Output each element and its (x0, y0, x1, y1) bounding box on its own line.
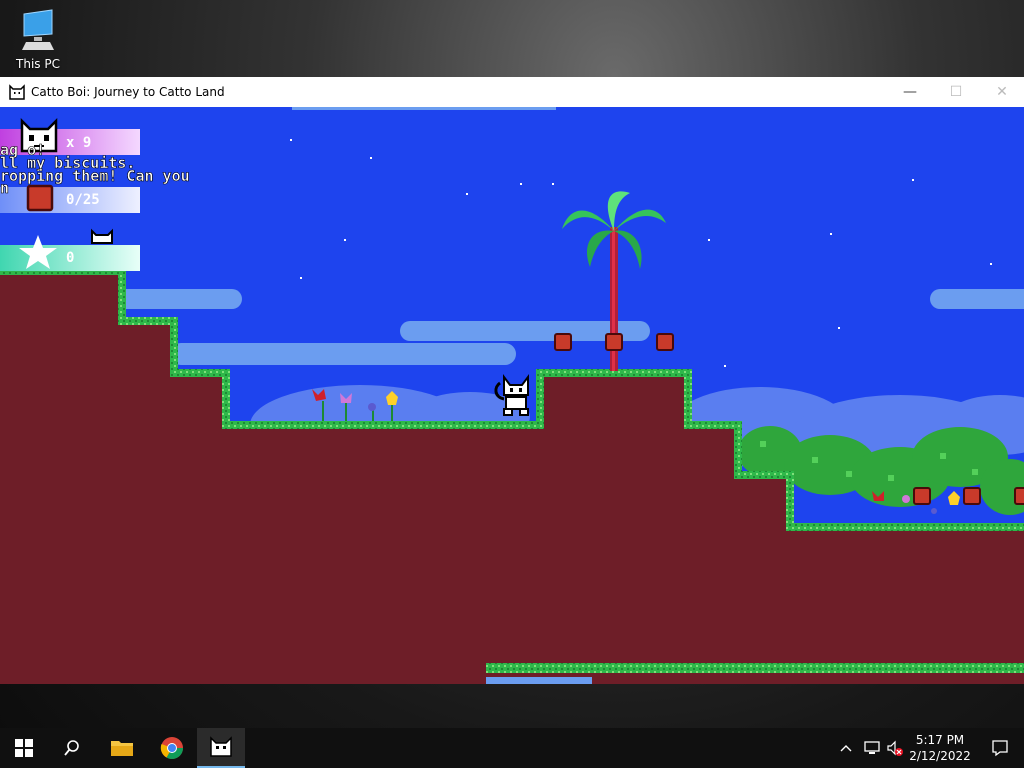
chrome-button[interactable] (148, 728, 196, 768)
volume-muted-icon (887, 740, 903, 756)
game-window: Catto Boi: Journey to Catto Land — ☐ ✕ x… (0, 77, 1024, 684)
catto-boi-taskbar-button[interactable] (197, 728, 245, 768)
file-explorer-button[interactable] (98, 728, 146, 768)
taskbar: 5:17 PM 2/12/2022 (0, 728, 1024, 768)
this-pc-label: This PC (16, 57, 60, 71)
close-button[interactable]: ✕ (979, 77, 1024, 107)
biscuit (1014, 487, 1024, 505)
chrome-icon (160, 737, 183, 759)
cat-app-icon (9, 84, 25, 100)
clock-time: 5:17 PM (915, 733, 965, 747)
notification-icon (992, 740, 1008, 757)
volume-button[interactable] (884, 728, 906, 768)
biscuit-counter: 0/25 (66, 192, 100, 208)
this-pc-desktop-icon[interactable]: This PC (10, 8, 66, 74)
system-clock[interactable]: 5:17 PM 2/12/2022 (908, 732, 972, 764)
network-button[interactable] (860, 728, 884, 768)
close-icon: ✕ (996, 84, 1008, 100)
biscuit (605, 333, 623, 351)
window-title: Catto Boi: Journey to Catto Land (31, 85, 225, 99)
show-hidden-icons-button[interactable] (836, 728, 856, 768)
dialog-line-4: n (0, 179, 9, 197)
start-button[interactable] (0, 728, 48, 768)
game-scene: x 9 0/25 0 ag o! ll my biscuits. ropping… (0, 107, 1024, 684)
clock-date: 2/12/2022 (909, 749, 971, 763)
network-icon (864, 741, 880, 754)
lower-cloud (486, 677, 592, 684)
biscuit (913, 487, 931, 505)
search-button[interactable] (48, 728, 96, 768)
cat-game-icon (210, 736, 232, 757)
lives-counter: x 9 (66, 135, 91, 151)
maximize-button[interactable]: ☐ (933, 77, 979, 107)
computer-icon (22, 9, 54, 50)
biscuit-hud-icon (26, 184, 54, 212)
windows-logo-icon (15, 739, 33, 757)
minimize-button[interactable]: — (887, 77, 933, 107)
dialog-line-3: ropping them! Can you (0, 167, 190, 185)
folder-icon (111, 741, 133, 756)
biscuit (656, 333, 674, 351)
biscuit (554, 333, 572, 351)
biscuit (963, 487, 981, 505)
chevron-up-icon (840, 745, 852, 752)
game-canvas[interactable]: x 9 0/25 0 ag o! ll my biscuits. ropping… (0, 107, 1024, 684)
notifications-button[interactable] (976, 728, 1024, 768)
maximize-icon: ☐ (949, 84, 963, 100)
search-icon (64, 740, 79, 756)
title-bar[interactable]: Catto Boi: Journey to Catto Land — ☐ ✕ (0, 77, 1024, 107)
star-counter: 0 (66, 250, 74, 266)
minimize-icon: — (903, 84, 917, 100)
